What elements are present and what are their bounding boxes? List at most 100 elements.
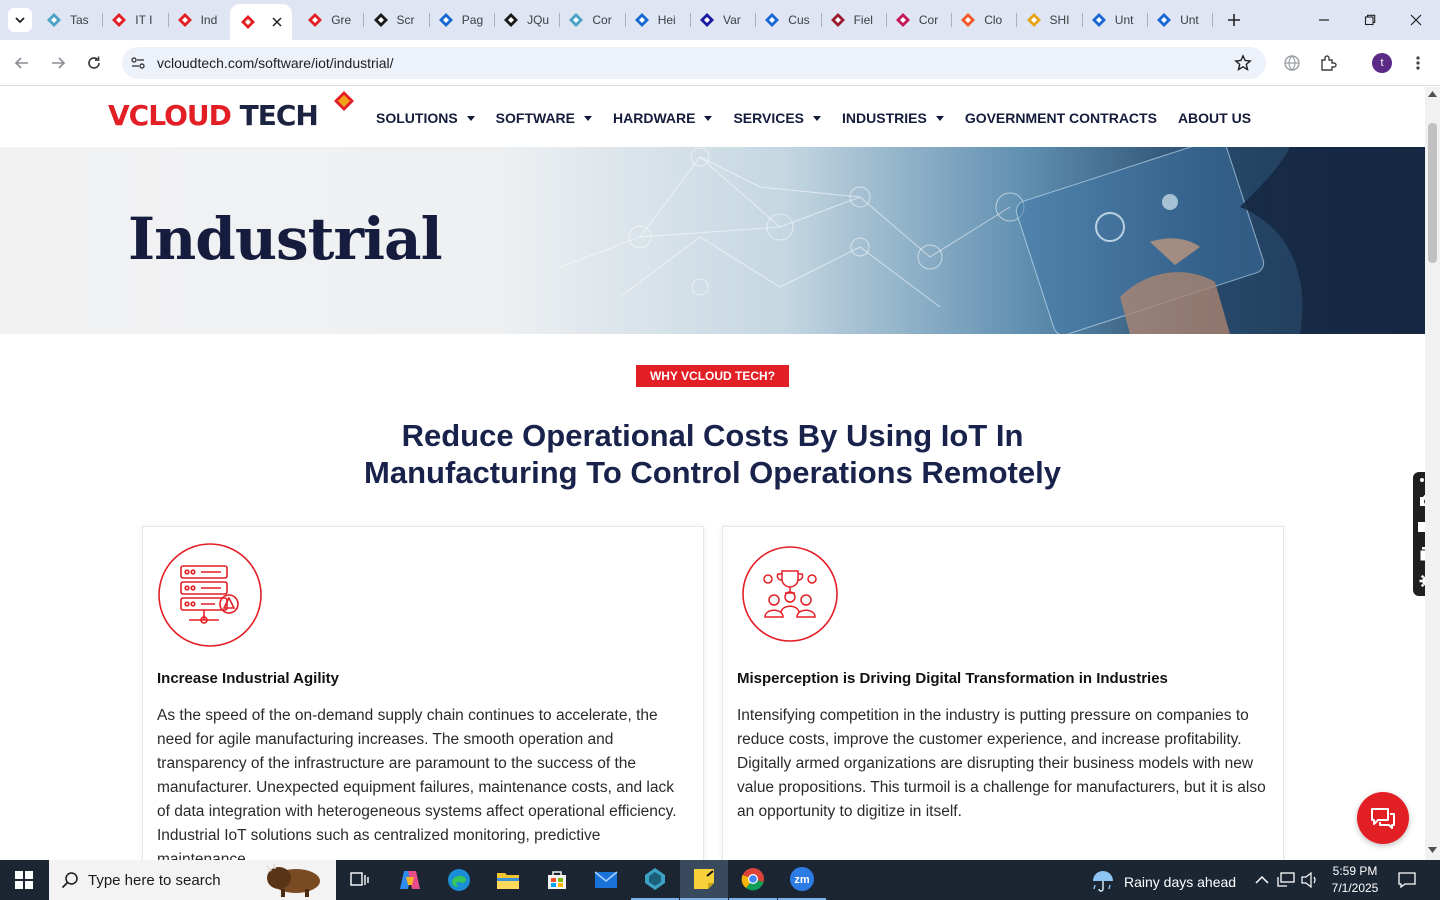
reload-button[interactable] xyxy=(82,51,106,75)
tab-favicon-icon xyxy=(373,12,389,28)
network-button[interactable] xyxy=(1276,870,1296,890)
browser-toolbar: vcloudtech.com/software/iot/industrial/ xyxy=(0,40,1440,86)
close-window-button[interactable] xyxy=(1404,8,1428,32)
browser-tab[interactable]: Unt xyxy=(1148,6,1214,34)
taskbar-search[interactable]: Type here to search xyxy=(49,860,336,900)
caret-down-icon xyxy=(935,115,944,121)
nav-item-services[interactable]: SERVICES xyxy=(733,110,822,126)
back-button[interactable] xyxy=(10,51,34,75)
site-info-icon[interactable] xyxy=(128,53,148,73)
browser-tab[interactable]: Cor xyxy=(887,6,953,34)
browser-tab[interactable]: Clo xyxy=(952,6,1018,34)
tab-favicon-icon xyxy=(307,12,323,28)
caret-down-icon xyxy=(813,115,822,121)
notification-center-button[interactable] xyxy=(1397,870,1417,890)
zoom-app[interactable]: zm xyxy=(778,860,826,900)
address-bar[interactable]: vcloudtech.com/software/iot/industrial/ xyxy=(122,47,1266,79)
nav-item-label: ABOUT US xyxy=(1177,110,1252,126)
browser-tab[interactable]: Fiel xyxy=(822,6,887,34)
chat-icon xyxy=(1371,808,1395,829)
why-badge: WHY VCLOUD TECH? xyxy=(636,365,789,387)
chat-button[interactable] xyxy=(1357,792,1409,844)
close-icon xyxy=(1410,14,1422,26)
nav-item-solutions[interactable]: SOLUTIONS xyxy=(376,110,475,126)
tab-title: Hei xyxy=(657,13,676,27)
nav-item-software[interactable]: SOFTWARE xyxy=(496,110,593,126)
browser-tab-active[interactable] xyxy=(229,4,292,40)
tab-title: Scr xyxy=(396,13,415,27)
close-tab-icon[interactable] xyxy=(272,16,284,28)
scroll-up-icon[interactable] xyxy=(1428,91,1437,97)
browser-tab[interactable]: Cor xyxy=(560,6,626,34)
chevron-down-icon xyxy=(15,17,25,24)
volume-button[interactable] xyxy=(1300,870,1320,890)
task-view-button[interactable] xyxy=(336,860,384,900)
tray-overflow-button[interactable] xyxy=(1252,870,1272,890)
store-app[interactable] xyxy=(533,860,581,900)
caret-down-icon xyxy=(466,115,475,121)
browser-tab[interactable]: Hei xyxy=(626,6,691,34)
site-logo[interactable]: VCLOUD TECH xyxy=(108,89,358,139)
card-body: As the speed of the on-demand supply cha… xyxy=(157,707,677,866)
url-text[interactable]: vcloudtech.com/software/iot/industrial/ xyxy=(157,55,394,71)
tab-favicon-icon xyxy=(764,12,780,28)
section-headline: Reduce Operational Costs By Using IoT In… xyxy=(364,418,1061,490)
nav-item-hardware[interactable]: HARDWARE xyxy=(613,110,713,126)
browser-tab[interactable]: Var xyxy=(691,6,757,34)
nav-item-government-contracts[interactable]: GOVERNMENT CONTRACTS xyxy=(965,110,1157,126)
browser-tab[interactable]: Tas xyxy=(38,6,104,34)
chrome-app[interactable] xyxy=(729,860,777,900)
forward-button[interactable] xyxy=(46,51,70,75)
nav-item-label: INDUSTRIES xyxy=(842,110,927,126)
restore-button[interactable] xyxy=(1358,8,1382,32)
extensions-button[interactable] xyxy=(1316,51,1340,75)
team-trophy-icon xyxy=(741,545,839,643)
tab-title: JQu xyxy=(527,13,550,27)
umbrella-rain-icon xyxy=(1093,871,1113,892)
browser-tab[interactable]: IT I xyxy=(103,6,169,34)
logo-text: VCLOUD TECH xyxy=(108,99,319,132)
scroll-down-icon[interactable] xyxy=(1428,847,1437,853)
browser-tab[interactable]: Pag xyxy=(430,6,496,34)
browser-tab[interactable]: SHI xyxy=(1018,6,1083,34)
tab-title: Ind xyxy=(200,13,218,27)
sticky-notes-app[interactable] xyxy=(680,860,728,900)
browser-tab[interactable]: Gre xyxy=(299,6,365,34)
notification-icon xyxy=(1398,872,1416,889)
nav-item-industries[interactable]: INDUSTRIES xyxy=(842,110,944,126)
browser-menu-button[interactable] xyxy=(1406,51,1430,75)
tab-title: Cor xyxy=(592,13,612,27)
more-vertical-icon xyxy=(1416,56,1420,70)
tab-title: Clo xyxy=(984,13,1003,27)
tab-favicon-icon xyxy=(568,12,584,28)
tab-title: Unt xyxy=(1114,13,1134,27)
scrollbar-thumb[interactable] xyxy=(1428,123,1437,263)
minimize-button[interactable] xyxy=(1312,8,1336,32)
tab-title: Gre xyxy=(331,13,352,27)
start-button[interactable] xyxy=(0,860,48,900)
file-explorer-app[interactable] xyxy=(484,860,532,900)
tab-favicon-icon xyxy=(830,12,846,28)
browser-tab[interactable]: Scr xyxy=(365,6,430,34)
page-scrollbar[interactable] xyxy=(1425,87,1440,860)
new-tab-button[interactable] xyxy=(1222,8,1246,32)
nav-item-about-us[interactable]: ABOUT US xyxy=(1178,110,1251,126)
tab-favicon-icon xyxy=(240,14,256,30)
browser-tab[interactable]: Cus xyxy=(756,6,822,34)
tab-title: SHI xyxy=(1049,13,1070,27)
browser-tab[interactable]: Ind xyxy=(169,6,234,34)
copilot-app[interactable] xyxy=(386,860,434,900)
dev-tool-app[interactable] xyxy=(631,860,679,900)
tab-search-button[interactable] xyxy=(8,8,32,32)
system-clock[interactable]: 5:59 PM 7/1/2025 xyxy=(1326,863,1384,897)
tab-title: Cus xyxy=(788,13,810,27)
bookmark-star-icon[interactable] xyxy=(1234,54,1252,72)
mail-app[interactable] xyxy=(582,860,630,900)
edge-app[interactable] xyxy=(435,860,483,900)
profile-avatar[interactable]: t xyxy=(1372,53,1392,73)
translate-button[interactable] xyxy=(1280,51,1304,75)
browser-tab[interactable]: Unt xyxy=(1083,6,1149,34)
tab-title: Fiel xyxy=(853,13,873,27)
weather-widget[interactable]: Rainy days ahead xyxy=(1090,870,1236,894)
browser-tab[interactable]: JQu xyxy=(495,6,561,34)
